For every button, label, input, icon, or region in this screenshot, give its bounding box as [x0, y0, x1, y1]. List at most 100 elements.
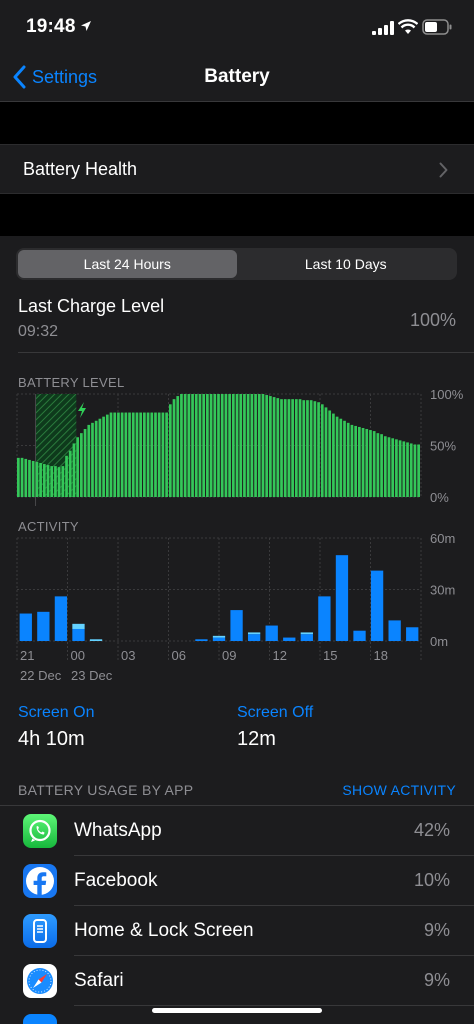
screen-on-bar — [283, 637, 296, 641]
battery-level-bar — [220, 394, 224, 497]
battery-level-bar — [287, 399, 291, 497]
screen-on-bar — [406, 627, 419, 641]
battery-level-bar — [161, 412, 165, 497]
battery-level-bar — [57, 467, 61, 497]
x-axis-tick-label: 12 — [273, 648, 287, 663]
battery-level-bar — [217, 394, 220, 497]
battery-level-bar — [417, 444, 420, 497]
battery-level-bar — [17, 457, 20, 497]
app-row-home-lock-screen[interactable]: Home & Lock Screen 9% — [0, 906, 474, 956]
screen-on-bar — [370, 570, 384, 641]
battery-level-bar — [113, 412, 117, 497]
x-axis-tick-label: 15 — [323, 648, 337, 663]
battery-level-bar — [157, 412, 161, 497]
app-row-facebook[interactable]: Facebook 10% — [0, 856, 474, 906]
battery-level-bar — [357, 426, 361, 497]
battery-level-bar — [272, 397, 276, 497]
date-label: 22 Dec — [20, 668, 62, 683]
battery-level-bar — [402, 441, 406, 497]
screen-off-bar — [72, 623, 85, 629]
battery-level-bar — [105, 414, 109, 497]
status-bar: 19:48 — [0, 0, 474, 54]
battery-level-bar — [269, 396, 272, 497]
battery-level-bar — [265, 395, 269, 497]
battery-level-bar — [209, 394, 213, 497]
app-name: Safari — [74, 970, 124, 991]
battery-level-bar — [120, 412, 124, 497]
battery-level-bar — [135, 412, 139, 497]
battery-level-bar — [50, 466, 54, 497]
battery-level-bar — [257, 394, 261, 497]
battery-icon — [422, 19, 452, 35]
battery-level-bar — [324, 407, 328, 497]
battery-level-bar — [42, 464, 46, 497]
battery-level-bar — [302, 400, 306, 497]
battery-level-bar — [180, 394, 183, 497]
safari-icon — [23, 964, 57, 998]
app-icon — [23, 1014, 57, 1024]
screen-on-bar — [318, 596, 331, 641]
screen-on-bar — [300, 634, 313, 641]
app-row-whatsapp[interactable]: WhatsApp 42% — [0, 806, 474, 856]
activity-chart: 60m 30m 0m 21 00 03 06 09 12 15 18 22 Dec 23 Dec — [16, 531, 455, 683]
app-percentage: 10% — [413, 870, 450, 890]
battery-level-bar — [213, 394, 217, 497]
battery-level-bar — [24, 458, 28, 497]
app-percentage: 9% — [423, 970, 450, 990]
battery-level-bar — [398, 440, 402, 497]
battery-level-bar — [165, 412, 168, 497]
battery-level-bar — [246, 394, 250, 497]
battery-level-bar — [254, 394, 257, 497]
battery-level-bar — [328, 410, 332, 497]
battery-level-bar — [176, 396, 180, 497]
battery-level-bar — [354, 425, 357, 497]
battery-health-label: Battery Health — [23, 159, 138, 179]
screen-on-value: 4h 10m — [18, 728, 85, 750]
app-name: Facebook — [74, 870, 158, 891]
battery-level-bar — [372, 431, 376, 497]
battery-level-bar — [102, 416, 105, 497]
app-row-safari[interactable]: Safari 9% — [0, 956, 474, 1006]
battery-level-bar — [139, 412, 143, 497]
battery-level-chart: 100% 50% 0% — [16, 387, 464, 506]
navigation-bar: Settings Battery — [0, 54, 474, 102]
battery-level-bar — [235, 394, 239, 497]
battery-level-bar — [109, 412, 113, 497]
battery-level-bar — [150, 412, 154, 497]
x-axis-tick-label: 00 — [71, 648, 85, 663]
x-axis-tick-label: 18 — [374, 648, 388, 663]
battery-level-bar — [35, 461, 39, 497]
battery-level-bar — [243, 394, 246, 497]
battery-level-bar — [76, 437, 80, 497]
app-name: Home & Lock Screen — [74, 920, 254, 941]
screen-on-bar — [72, 628, 85, 641]
show-activity-button[interactable]: SHOW ACTIVITY — [342, 782, 456, 798]
app-percentage: 9% — [423, 920, 450, 940]
date-label: 23 Dec — [71, 668, 113, 683]
battery-level-bar — [391, 438, 395, 497]
battery-level-bar — [154, 412, 157, 497]
home-indicator[interactable] — [152, 1008, 322, 1013]
battery-level-bar — [365, 429, 369, 497]
home-lock-screen-icon — [23, 914, 57, 948]
x-axis-tick-label: 21 — [20, 648, 34, 663]
battery-level-bar — [54, 466, 57, 497]
battery-level-bar — [380, 434, 383, 497]
battery-level-bar — [202, 394, 206, 497]
cellular-signal-icon — [372, 21, 394, 35]
battery-level-bar — [168, 404, 172, 497]
battery-level-bar — [413, 444, 417, 497]
x-axis-tick-label: 06 — [172, 648, 186, 663]
battery-level-bar — [20, 457, 24, 497]
battery-health-row[interactable]: Battery Health — [0, 144, 474, 194]
battery-level-bar — [387, 437, 391, 497]
battery-level-bar — [339, 418, 343, 497]
y-axis-tick-label: 60m — [430, 531, 455, 546]
usage-by-app-title: BATTERY USAGE BY APP — [18, 782, 194, 798]
battery-level-bar — [31, 460, 35, 497]
y-axis-tick-label: 0% — [430, 490, 449, 505]
battery-level-bar — [343, 420, 346, 497]
battery-level-bar — [80, 433, 83, 497]
battery-level-bar — [198, 394, 202, 497]
screen-on-bar — [212, 637, 226, 641]
